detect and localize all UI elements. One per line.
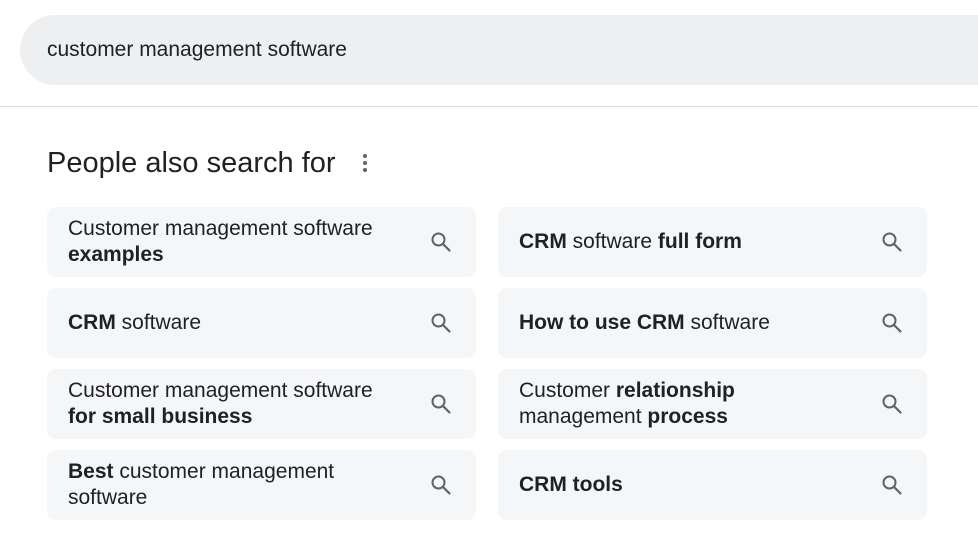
- search-icon: [880, 392, 904, 416]
- search-icon: [429, 473, 453, 497]
- section-title: People also search for: [47, 147, 336, 179]
- search-input[interactable]: [47, 38, 747, 62]
- search-icon: [429, 311, 453, 335]
- divider: [0, 106, 978, 107]
- suggestion-text: CRM software full form: [519, 230, 742, 253]
- more-vert-icon-dot: [362, 154, 367, 158]
- suggestion-text: CRM software: [68, 311, 202, 334]
- suggestion-chip[interactable]: Customer relationship management process: [498, 369, 927, 439]
- suggestion-text: How to use CRM software: [519, 311, 770, 334]
- suggestion-text: CRM tools: [519, 473, 623, 496]
- section-header: People also search for: [47, 144, 373, 182]
- suggestion-chip[interactable]: Customer management software for small b…: [47, 369, 476, 439]
- suggestion-chip[interactable]: How to use CRM software: [498, 288, 927, 358]
- search-icon: [880, 230, 904, 254]
- more-options-button[interactable]: [357, 148, 373, 178]
- search-icon: [429, 392, 453, 416]
- search-icon: [880, 311, 904, 335]
- suggestion-chip[interactable]: Customer management software examples: [47, 207, 476, 277]
- suggestion-text: Customer management software examples: [68, 217, 373, 266]
- search-bar[interactable]: [20, 15, 978, 85]
- suggestion-text: Customer management software for small b…: [68, 379, 373, 428]
- suggestion-chip[interactable]: CRM tools: [498, 450, 927, 520]
- suggestion-chip[interactable]: CRM software full form: [498, 207, 927, 277]
- suggestion-text: Best customer management software: [68, 460, 335, 509]
- search-icon: [429, 230, 453, 254]
- suggestion-text: Customer relationship management process: [519, 379, 735, 428]
- search-icon: [880, 473, 904, 497]
- suggestion-chip[interactable]: CRM software: [47, 288, 476, 358]
- suggestion-chip[interactable]: Best customer management software: [47, 450, 476, 520]
- more-vert-icon-dot: [362, 168, 367, 172]
- more-vert-icon-dot: [362, 161, 367, 165]
